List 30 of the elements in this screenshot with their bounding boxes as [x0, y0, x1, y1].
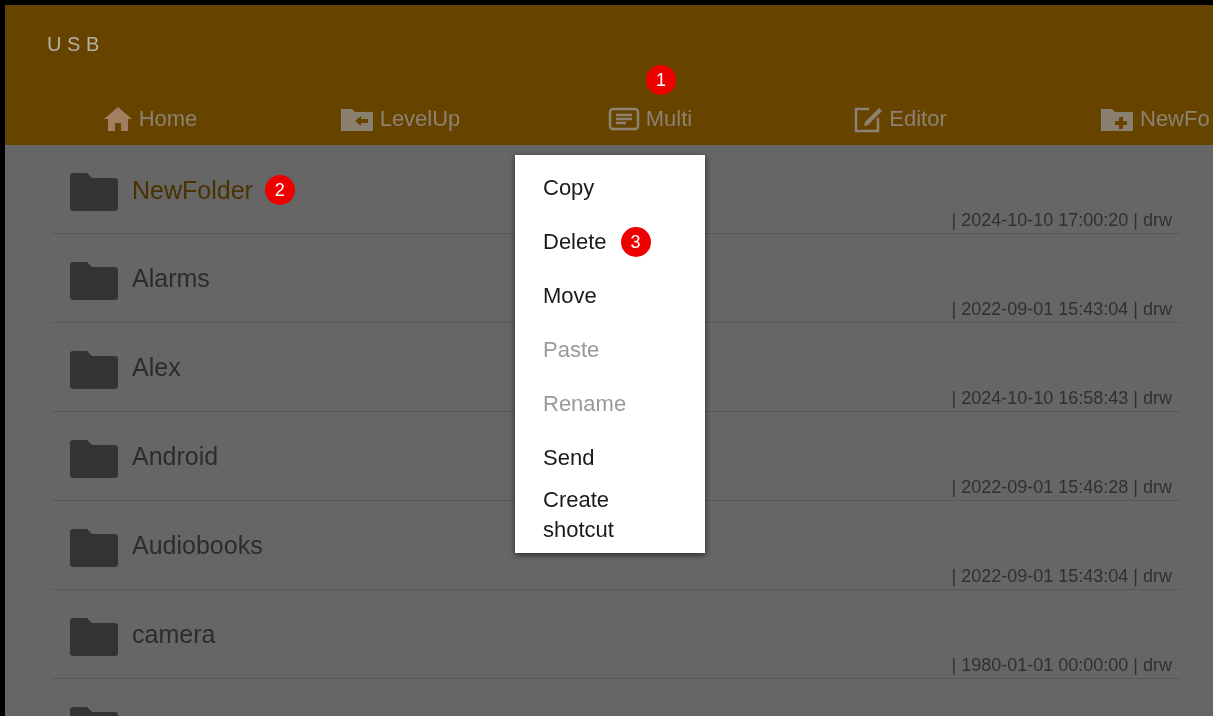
toolbar-button[interactable]: Editor [775, 99, 1025, 139]
menu-item[interactable]: Create shotcut [543, 485, 677, 545]
folder-icon [70, 173, 118, 211]
menu-item[interactable]: Move [543, 281, 597, 311]
number-badge: 3 [620, 227, 651, 257]
folder-name[interactable]: Android [132, 442, 219, 471]
folder-name[interactable]: NewFolder [132, 175, 253, 205]
folder-name[interactable]: Alarms [132, 264, 210, 293]
folder-icon [70, 618, 118, 656]
number-badge: 2 [264, 175, 295, 205]
home-icon [102, 106, 133, 132]
folder-icon [70, 262, 118, 300]
folder-plus-icon [1100, 106, 1134, 132]
folder-name[interactable]: camera [132, 620, 216, 649]
folder-icon [70, 529, 118, 567]
number-badge: 1 [646, 65, 676, 95]
folder-name[interactable]: Audiobooks [132, 531, 263, 560]
edit-icon [853, 105, 884, 133]
menu-item[interactable]: Delete [543, 227, 607, 257]
folder-name[interactable]: Alex [132, 353, 181, 382]
toolbar-button[interactable]: NewFo [1025, 99, 1213, 139]
toolbar-button[interactable]: LevelUp [275, 99, 525, 139]
folder-icon [70, 440, 118, 478]
window-title: U S B [46, 32, 101, 57]
folder-arrow-icon [339, 106, 374, 132]
menu-item[interactable]: Copy [543, 173, 595, 203]
list-icon [607, 106, 640, 132]
toolbar-button[interactable]: Home [25, 99, 275, 139]
menu-item[interactable]: Send [543, 443, 595, 473]
folder-icon [70, 351, 118, 389]
